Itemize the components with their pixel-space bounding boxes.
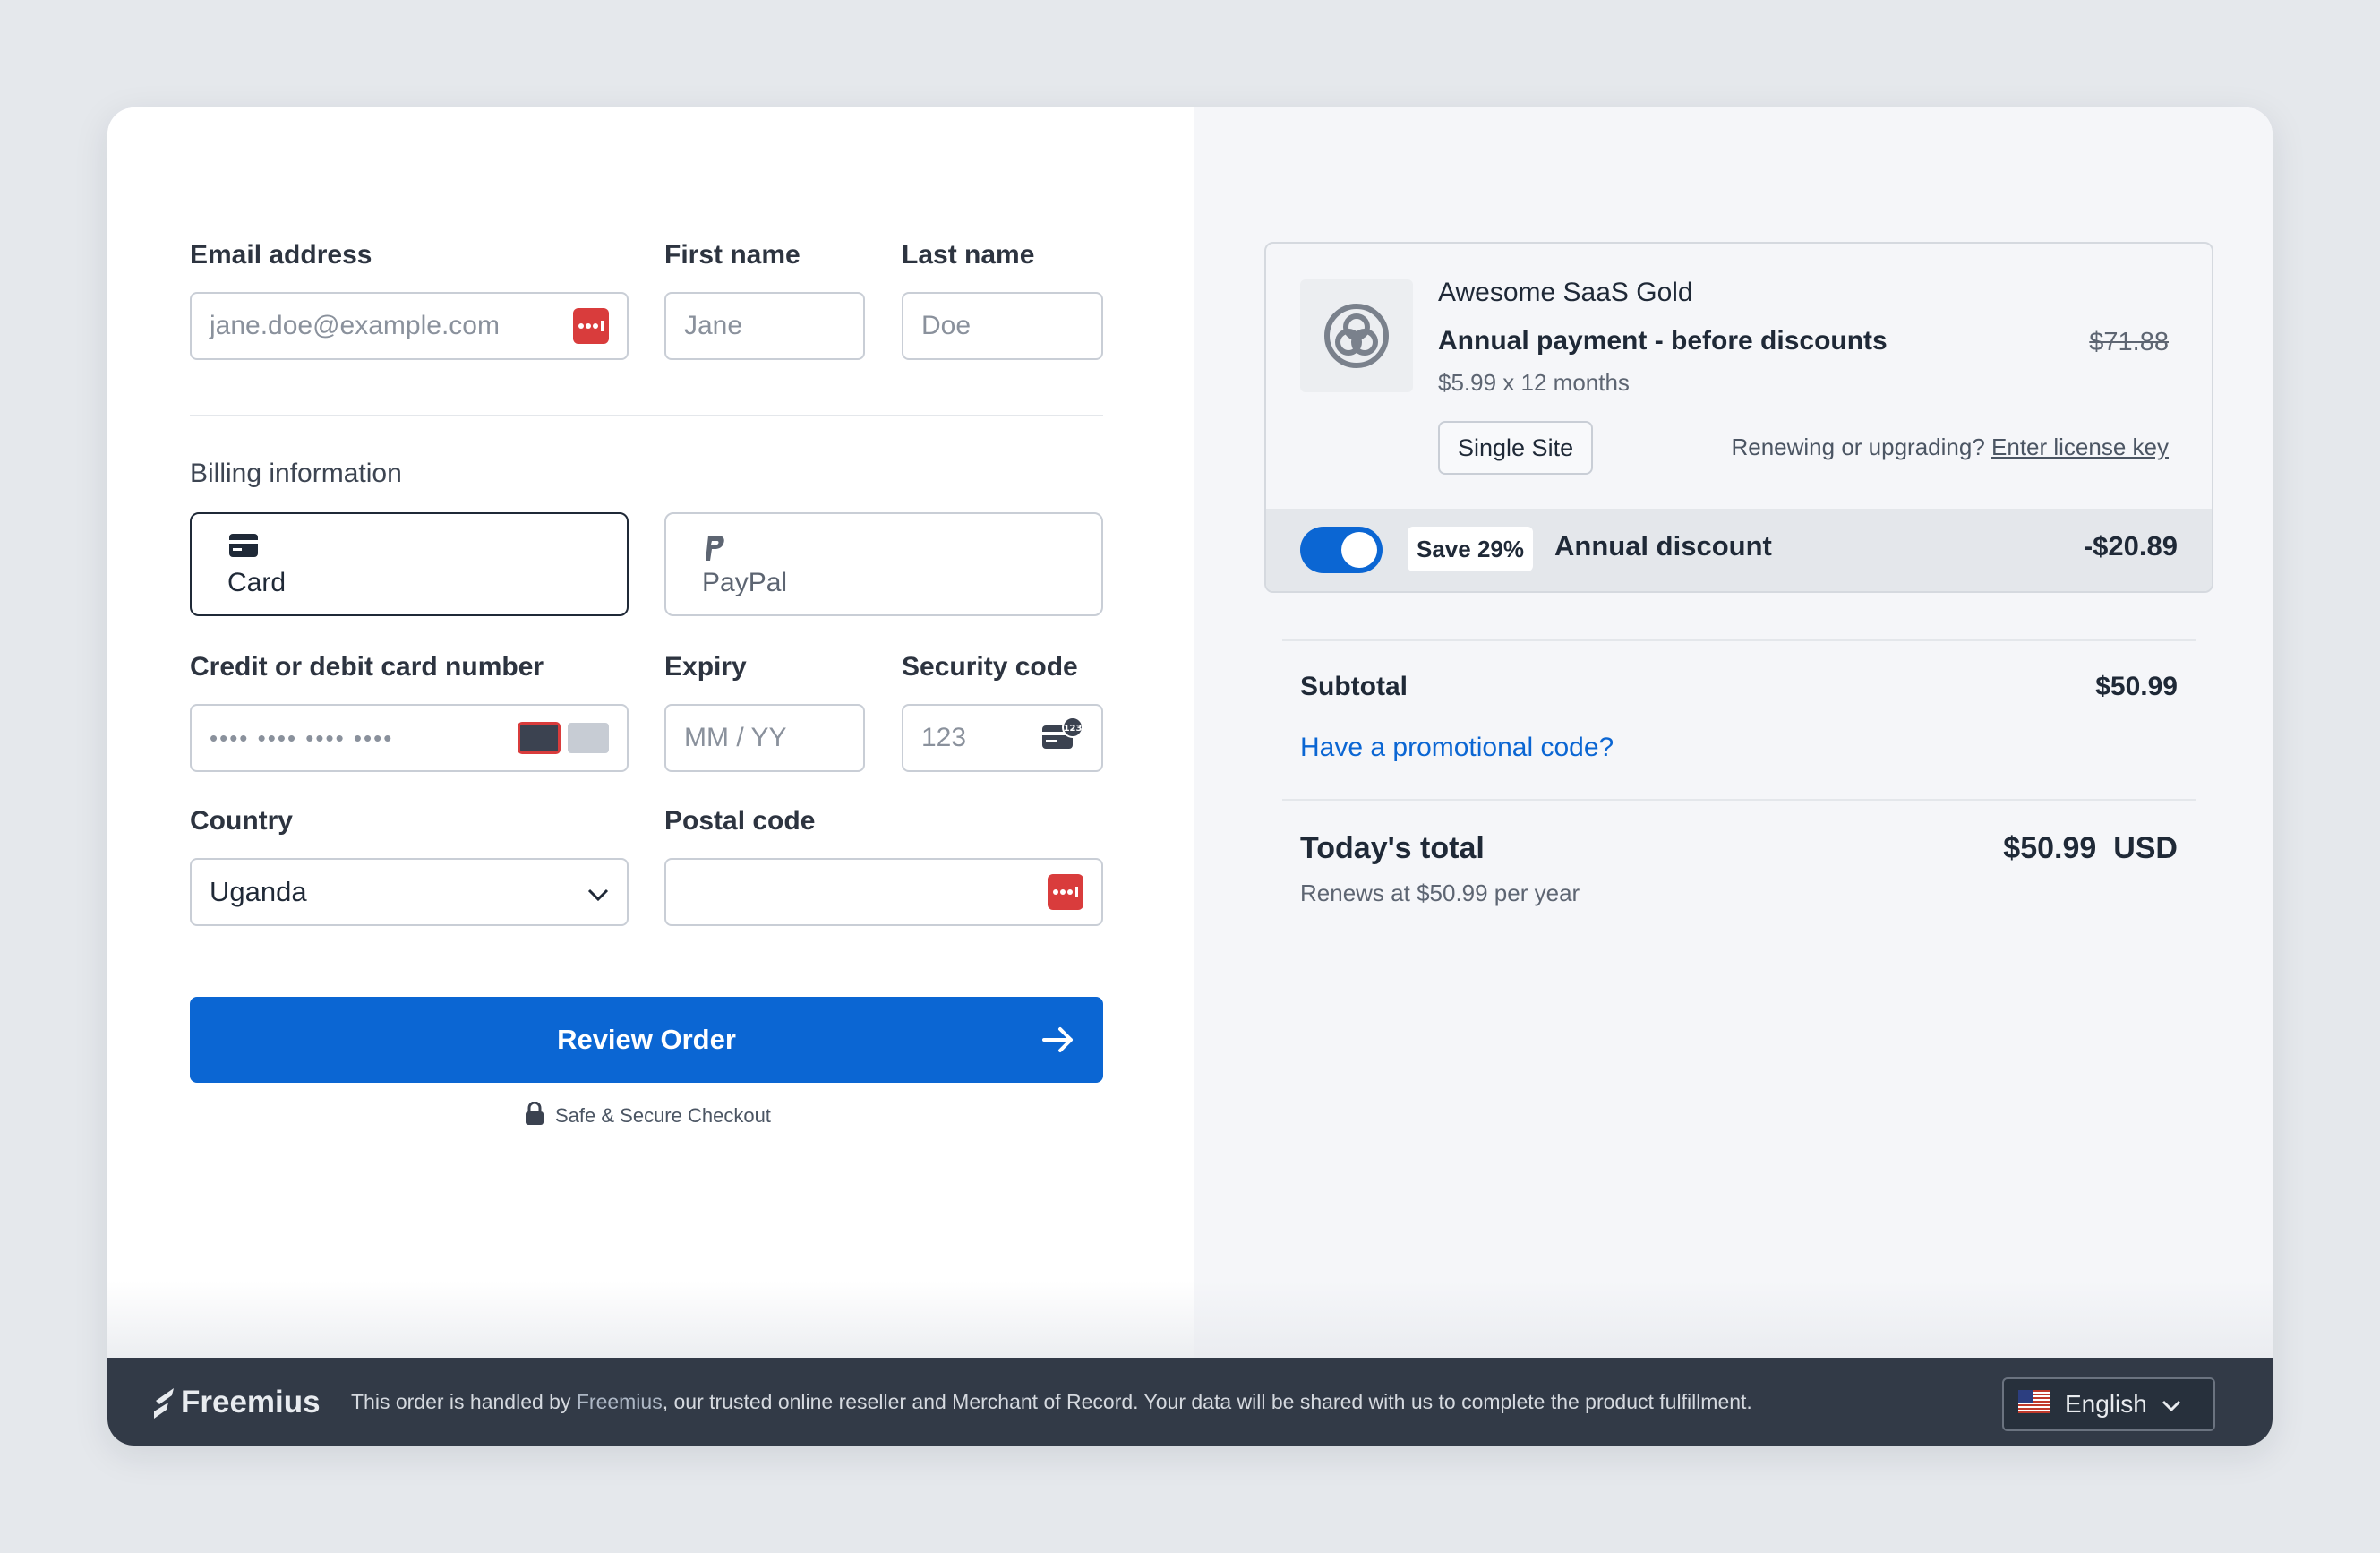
payment-option-card[interactable]: Card <box>190 512 629 616</box>
total-value: $50.99 <box>2003 831 2097 865</box>
promo-code-link[interactable]: Have a promotional code? <box>1300 733 1614 763</box>
renew-text: Renewing or upgrading? <box>1731 433 1985 460</box>
review-order-label: Review Order <box>557 1024 736 1055</box>
svg-text:123: 123 <box>1064 724 1083 734</box>
footer-note-prefix: This order is handled by <box>351 1390 577 1413</box>
secure-checkout-note: Safe & Secure Checkout <box>525 1101 771 1130</box>
security-code-label: Security code <box>902 652 1078 682</box>
payment-option-paypal[interactable]: PayPal <box>664 512 1103 616</box>
summary-divider <box>1282 639 2196 641</box>
security-code-placeholder: 123 <box>921 723 967 752</box>
card-number-field[interactable]: •••• •••• •••• •••• <box>190 704 629 772</box>
annual-discount-toggle[interactable] <box>1300 527 1383 573</box>
footer-note-suffix: , our trusted online reseller and Mercha… <box>662 1390 1752 1413</box>
checkout-card: Email address jane.doe@example.com First… <box>107 107 2273 1446</box>
annual-discount-label: Annual discount <box>1554 530 1772 562</box>
card-number-placeholder: •••• •••• •••• •••• <box>210 724 394 751</box>
first-name-placeholder: Jane <box>684 311 743 340</box>
last-name-placeholder: Doe <box>921 311 972 340</box>
product-name: Awesome SaaS Gold <box>1438 278 1693 307</box>
plan-detail: $5.99 x 12 months <box>1438 369 1630 396</box>
credit-card-icon <box>229 534 258 562</box>
total-divider <box>1282 799 2196 801</box>
billing-heading: Billing information <box>190 459 402 488</box>
language-value: English <box>2065 1390 2147 1418</box>
country-value: Uganda <box>210 876 307 907</box>
footer-freemius-link[interactable]: Freemius <box>577 1390 663 1413</box>
annual-discount-row: Save 29% Annual discount -$20.89 <box>1266 509 2212 591</box>
expiry-label: Expiry <box>664 652 747 682</box>
footer-note: This order is handled by Freemius, our t… <box>351 1390 1752 1414</box>
subtotal-label: Subtotal <box>1300 672 1408 701</box>
email-field[interactable]: jane.doe@example.com <box>190 292 629 360</box>
total-currency: USD <box>2113 831 2178 865</box>
arrow-right-icon <box>1040 1022 1076 1065</box>
section-divider <box>190 415 1103 416</box>
email-label: Email address <box>190 240 372 270</box>
total-label: Today's total <box>1300 831 1485 865</box>
card-number-label: Credit or debit card number <box>190 652 544 682</box>
save-badge: Save 29% <box>1408 527 1533 571</box>
country-select[interactable]: Uganda <box>190 858 629 926</box>
lock-icon <box>525 1101 544 1130</box>
country-label: Country <box>190 806 293 836</box>
payment-option-card-label: Card <box>227 568 287 597</box>
review-order-button[interactable]: Review Order <box>190 997 1103 1083</box>
plan-title: Annual payment - before discounts <box>1438 326 1888 356</box>
freemius-logo: Freemius <box>152 1385 321 1420</box>
visa-icon <box>518 722 561 754</box>
last-name-field[interactable]: Doe <box>902 292 1103 360</box>
paypal-icon <box>704 534 727 567</box>
postal-code-field[interactable] <box>664 858 1103 926</box>
last-name-label: Last name <box>902 240 1035 270</box>
us-flag-icon <box>2018 1389 2050 1420</box>
enter-license-key-link[interactable]: Enter license key <box>1991 433 2169 460</box>
payment-option-paypal-label: PayPal <box>702 568 788 597</box>
license-badge[interactable]: Single Site <box>1438 421 1594 475</box>
renew-note: Renews at $50.99 per year <box>1300 879 1580 906</box>
product-logo <box>1300 279 1413 392</box>
card-brand-icon <box>568 723 609 753</box>
subtotal-value: $50.99 <box>2095 672 2178 701</box>
secure-checkout-text: Safe & Secure Checkout <box>555 1104 771 1127</box>
toggle-knob <box>1341 532 1377 568</box>
expiry-placeholder: MM / YY <box>684 723 787 752</box>
password-manager-icon[interactable] <box>1048 874 1083 910</box>
password-manager-icon[interactable] <box>573 308 609 344</box>
first-name-field[interactable]: Jane <box>664 292 865 360</box>
chevron-down-icon <box>2162 1390 2181 1419</box>
expiry-field[interactable]: MM / YY <box>664 704 865 772</box>
total-amount: $50.99 USD <box>2003 831 2178 866</box>
footer: Freemius This order is handled by Freemi… <box>107 1358 2273 1446</box>
freemius-brand: Freemius <box>181 1385 321 1420</box>
renew-row: Renewing or upgrading? Enter license key <box>1731 433 2169 461</box>
cvc-card-icon: 123 <box>1040 716 1083 759</box>
product-summary-box: Awesome SaaS Gold Annual payment - befor… <box>1264 242 2213 593</box>
postal-code-label: Postal code <box>664 806 816 836</box>
original-price: $71.88 <box>2089 328 2169 356</box>
chevron-down-icon <box>587 876 609 908</box>
annual-discount-amount: -$20.89 <box>2083 530 2178 562</box>
security-code-field[interactable]: 123 123 <box>902 704 1103 772</box>
email-placeholder: jane.doe@example.com <box>210 311 500 340</box>
language-select[interactable]: English <box>2002 1377 2215 1431</box>
first-name-label: First name <box>664 240 800 270</box>
